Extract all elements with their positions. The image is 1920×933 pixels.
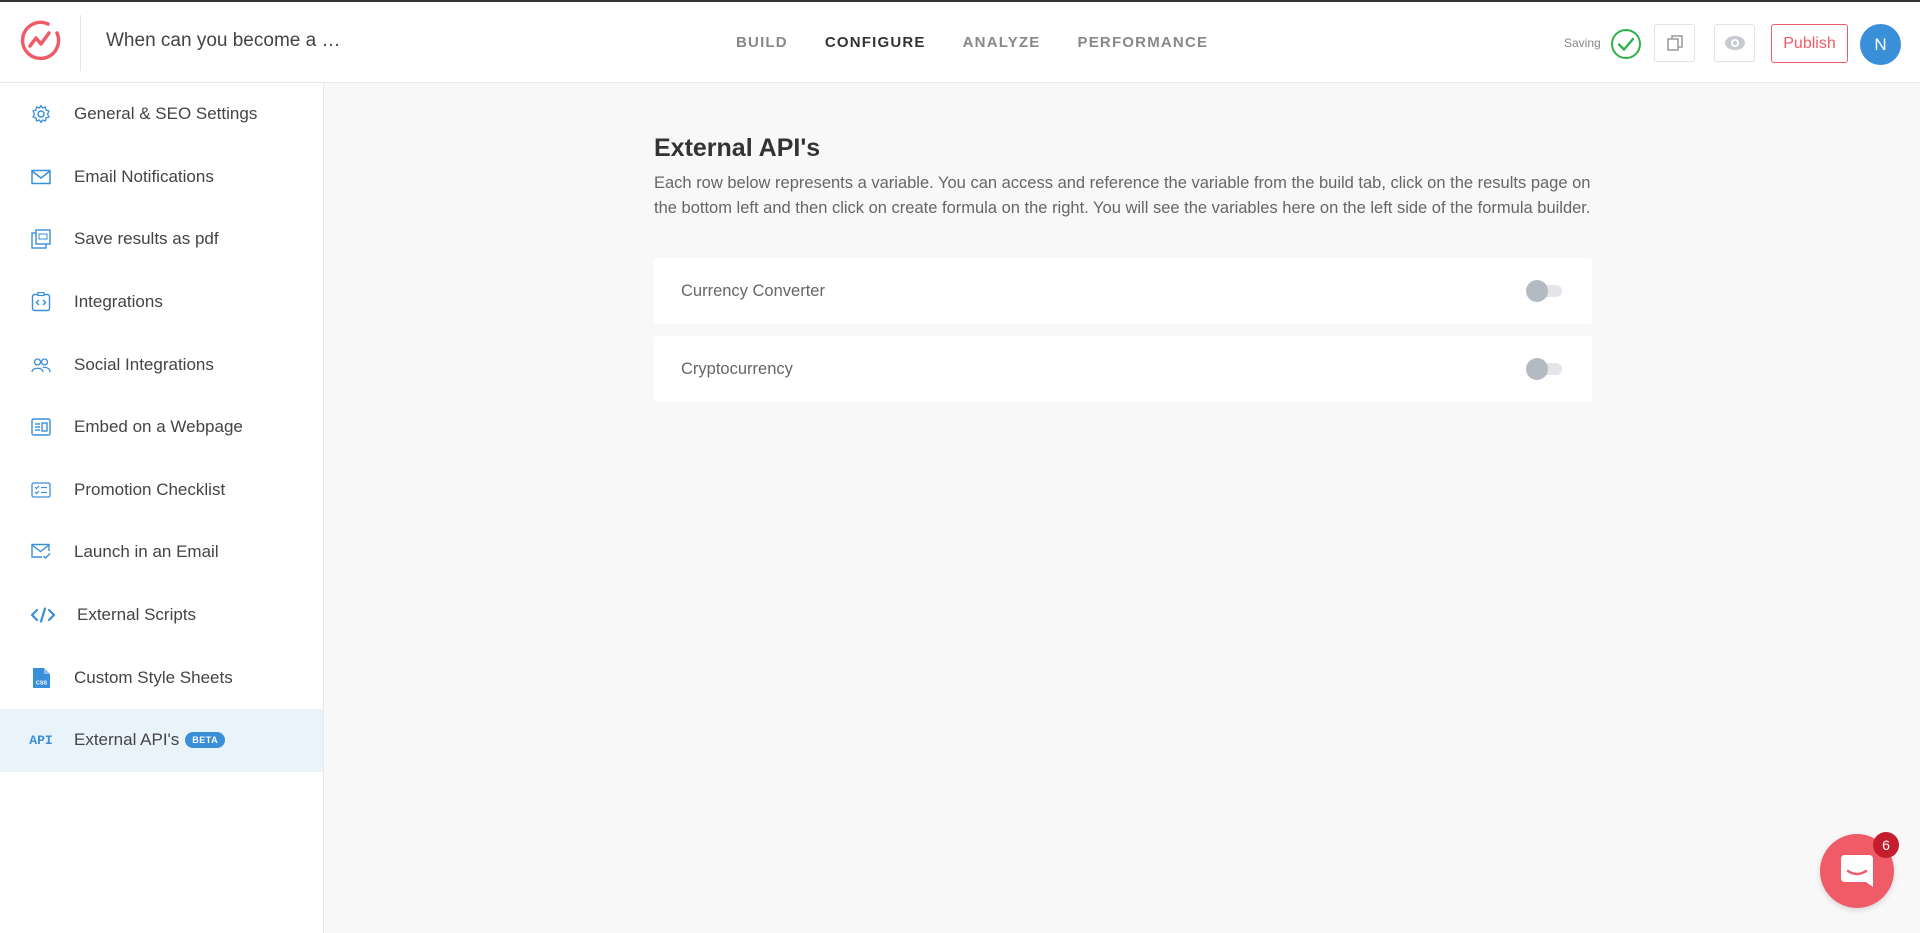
avatar[interactable]: N <box>1860 24 1901 65</box>
gear-icon <box>30 103 52 125</box>
api-row-cryptocurrency: Cryptocurrency <box>654 336 1592 402</box>
embed-icon <box>30 416 52 438</box>
check-circle-icon <box>1611 29 1641 59</box>
sidebar-item-integrations[interactable]: Integrations <box>0 271 323 334</box>
email-check-icon <box>30 541 52 563</box>
sidebar-item-label: Save results as pdf <box>74 229 219 249</box>
tab-analyze[interactable]: ANALYZE <box>963 34 1041 51</box>
tab-configure[interactable]: CONFIGURE <box>825 34 926 51</box>
sidebar-item-label: General & SEO Settings <box>74 104 258 124</box>
api-icon: API <box>29 732 53 748</box>
calculator-title[interactable]: When can you become a … <box>106 30 340 52</box>
toggle-knob <box>1526 358 1548 380</box>
tab-performance[interactable]: PERFORMANCE <box>1078 34 1209 51</box>
duplicate-button[interactable] <box>1654 24 1695 62</box>
top-bar: When can you become a … BUILD CONFIGURE … <box>0 0 1920 83</box>
integrations-icon <box>30 291 52 313</box>
envelope-icon <box>30 166 52 188</box>
preview-button[interactable] <box>1714 24 1755 62</box>
sidebar-item-external-scripts[interactable]: External Scripts <box>0 584 323 647</box>
api-name: Cryptocurrency <box>681 359 793 378</box>
sidebar-item-custom-style-sheets[interactable]: CSS Custom Style Sheets <box>0 646 323 709</box>
copy-icon <box>1666 35 1683 51</box>
sidebar-item-label: External Scripts <box>77 605 197 625</box>
sidebar-item-launch-email[interactable]: Launch in an Email <box>0 521 323 584</box>
tab-build[interactable]: BUILD <box>736 34 788 51</box>
api-row-currency-converter: Currency Converter <box>654 258 1592 324</box>
toggle-knob <box>1526 280 1548 302</box>
beta-badge: BETA <box>185 732 226 749</box>
sidebar-item-social-integrations[interactable]: Social Integrations <box>0 333 323 396</box>
sidebar-item-label: Promotion Checklist <box>74 479 226 499</box>
pdf-icon <box>30 228 52 250</box>
css-file-icon: CSS <box>30 667 52 689</box>
sidebar-item-label: Email Notifications <box>74 166 214 186</box>
saving-status: Saving <box>1564 36 1601 50</box>
checklist-icon <box>30 479 52 501</box>
header-divider <box>80 15 81 71</box>
notification-badge: 6 <box>1873 832 1899 858</box>
sidebar-item-label: External API's <box>74 730 180 750</box>
sidebar-item-general-seo[interactable]: General & SEO Settings <box>0 83 323 146</box>
logo-icon[interactable] <box>18 19 62 63</box>
code-icon <box>30 604 56 626</box>
sidebar-item-label: Social Integrations <box>74 354 214 374</box>
sidebar-item-label: Launch in an Email <box>74 542 219 562</box>
sidebar-item-label: Integrations <box>74 292 163 312</box>
currency-converter-toggle[interactable] <box>1526 280 1566 302</box>
sidebar: General & SEO Settings Email Notificatio… <box>0 83 324 933</box>
sidebar-item-external-apis[interactable]: API External API's BETA <box>0 708 323 772</box>
sidebar-item-promotion-checklist[interactable]: Promotion Checklist <box>0 459 323 522</box>
publish-button[interactable]: Publish <box>1771 24 1848 63</box>
sidebar-item-embed-webpage[interactable]: Embed on a Webpage <box>0 396 323 459</box>
sidebar-item-label: Custom Style Sheets <box>74 667 233 687</box>
sidebar-item-save-pdf[interactable]: Save results as pdf <box>0 208 323 271</box>
main-nav: BUILD CONFIGURE ANALYZE PERFORMANCE <box>736 34 1245 51</box>
sidebar-item-email-notifications[interactable]: Email Notifications <box>0 146 323 209</box>
cryptocurrency-toggle[interactable] <box>1526 358 1566 380</box>
api-name: Currency Converter <box>681 281 825 300</box>
chat-icon <box>1841 855 1873 887</box>
eye-icon <box>1724 36 1745 50</box>
page-description: Each row below represents a variable. Yo… <box>654 174 1591 217</box>
svg-text:CSS: CSS <box>36 680 48 686</box>
sidebar-item-label: Embed on a Webpage <box>74 417 243 437</box>
page-title: External API's <box>654 134 821 162</box>
main-content: External API's Each row below represents… <box>654 134 1592 414</box>
users-icon <box>30 354 52 376</box>
